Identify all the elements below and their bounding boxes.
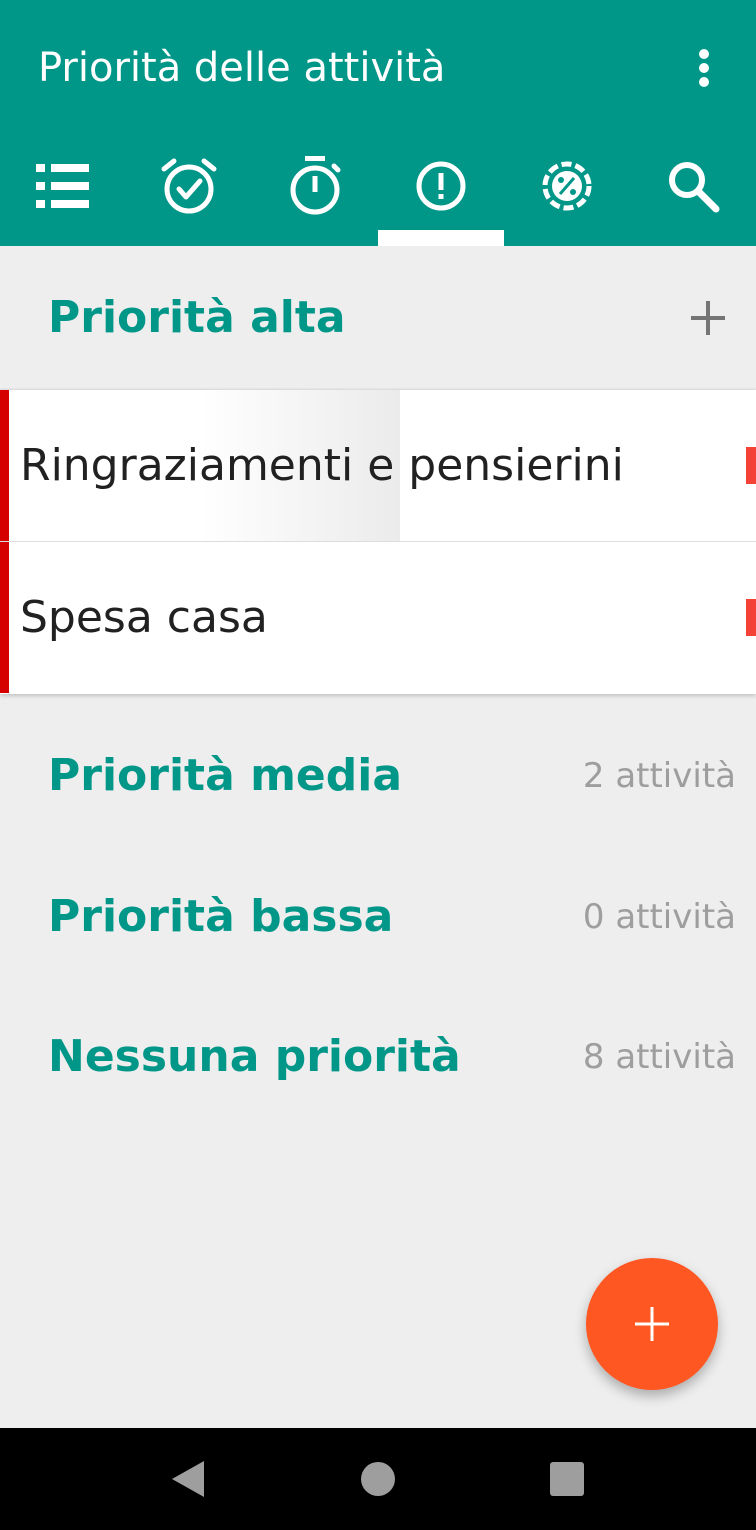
plus-icon: [691, 301, 725, 335]
task-label: Ringraziamenti e pensierini: [20, 440, 624, 491]
section-title-high: Priorità alta: [48, 292, 346, 343]
page-title: Priorità delle attività: [38, 45, 446, 91]
stopwatch-icon: [290, 156, 341, 215]
section-header-low[interactable]: Priorità bassa 0 attività: [0, 847, 756, 987]
tab-progress[interactable]: [504, 130, 630, 246]
selected-tab-indicator: [378, 230, 504, 246]
add-task-button[interactable]: [682, 292, 734, 344]
priority-flag: [746, 447, 756, 484]
tab-stopwatch[interactable]: [252, 130, 378, 246]
tab-alarm[interactable]: [126, 130, 252, 246]
task-item[interactable]: Ringraziamenti e pensierini: [0, 390, 756, 542]
tab-bar: [0, 130, 756, 246]
list-icon: [36, 164, 89, 208]
priority-indicator: [0, 390, 9, 541]
section-title-medium: Priorità media: [48, 750, 403, 801]
more-vert-icon[interactable]: [684, 40, 724, 96]
task-label: Spesa casa: [20, 592, 268, 643]
app-bar: Priorità delle attività: [0, 0, 756, 246]
priority-indicator: [0, 542, 9, 693]
tab-search[interactable]: [630, 130, 756, 246]
section-count-low: 0 attività: [582, 897, 736, 937]
recents-icon: [550, 1462, 584, 1496]
alarm-check-icon: [161, 158, 217, 214]
nav-home-button[interactable]: [328, 1428, 428, 1530]
nav-recents-button[interactable]: [517, 1428, 617, 1530]
section-header-high[interactable]: Priorità alta: [0, 248, 756, 388]
section-header-medium[interactable]: Priorità media 2 attività: [0, 706, 756, 846]
nav-back-button[interactable]: [138, 1428, 238, 1530]
back-icon: [172, 1461, 204, 1497]
system-nav-bar: [0, 1428, 756, 1530]
tab-priority[interactable]: [378, 130, 504, 246]
priority-alert-icon: [416, 161, 466, 211]
search-icon: [669, 162, 720, 213]
plus-icon: [635, 1307, 669, 1341]
task-item[interactable]: Spesa casa: [0, 542, 756, 693]
home-icon: [361, 1462, 395, 1496]
section-title-none: Nessuna priorità: [48, 1031, 461, 1082]
section-header-none[interactable]: Nessuna priorità 8 attività: [0, 987, 756, 1127]
progress-percent-icon: [542, 161, 592, 211]
priority-flag: [746, 599, 756, 636]
section-title-low: Priorità bassa: [48, 891, 394, 942]
section-count-none: 8 attività: [582, 1037, 736, 1077]
section-count-medium: 2 attività: [582, 756, 736, 796]
fab-add-button[interactable]: [586, 1258, 718, 1390]
task-list-high: Ringraziamenti e pensierini Spesa casa: [0, 390, 756, 694]
tab-list[interactable]: [0, 130, 126, 246]
